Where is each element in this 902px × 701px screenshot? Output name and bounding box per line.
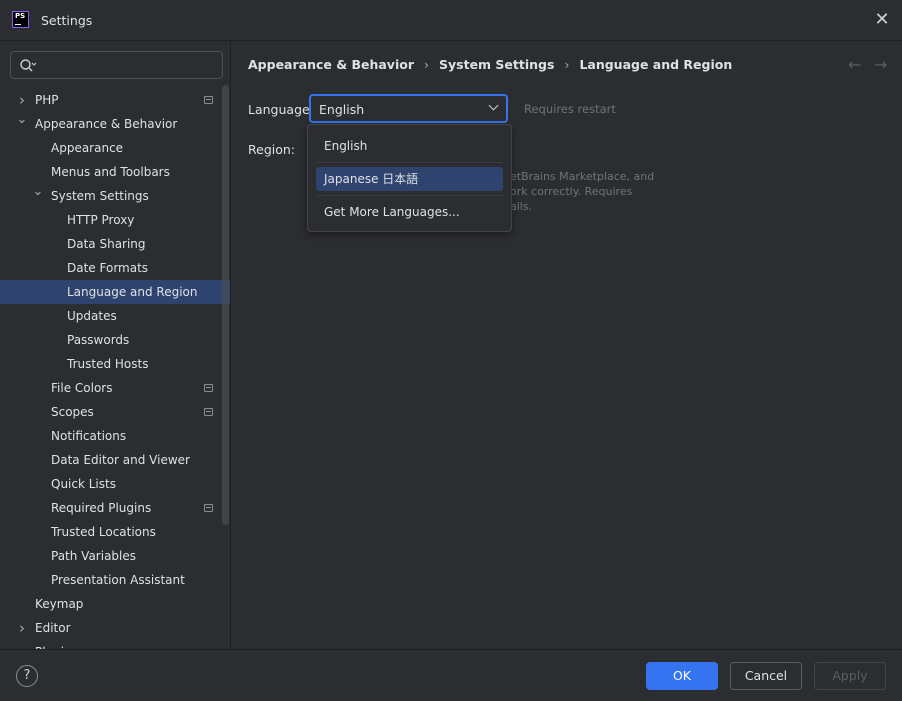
sidebar-item-label: Keymap <box>35 597 84 611</box>
sidebar-item[interactable]: › Editor <box>0 616 230 640</box>
project-scope-icon <box>204 96 213 104</box>
breadcrumb-item: Language and Region <box>579 57 733 72</box>
sidebar-item-label: File Colors <box>51 381 113 395</box>
dialog-button-bar: ? OK Cancel Apply <box>0 649 902 701</box>
region-label: Region: <box>248 142 296 157</box>
sidebar-item[interactable]: Keymap <box>0 592 230 616</box>
sidebar-item[interactable]: Passwords <box>0 328 230 352</box>
sidebar-item[interactable]: Data Editor and Viewer <box>0 448 230 472</box>
sidebar-item-label: System Settings <box>51 189 149 203</box>
sidebar-item-label: Path Variables <box>51 549 137 563</box>
breadcrumb-item[interactable]: System Settings <box>439 57 554 72</box>
forward-arrow-icon[interactable]: → <box>874 55 887 74</box>
sidebar-item[interactable]: Appearance <box>0 136 230 160</box>
title-bar: PS Settings ✕ <box>0 0 902 41</box>
window-title: Settings <box>41 13 93 28</box>
sidebar-item-label: Trusted Hosts <box>67 357 149 371</box>
sidebar-item[interactable]: ⌄ System Settings <box>0 184 230 208</box>
search-icon <box>20 59 37 72</box>
chevron-right-icon: › <box>564 57 570 72</box>
language-combobox[interactable]: English <box>309 94 508 123</box>
sidebar-item[interactable]: Scopes <box>0 400 230 424</box>
sidebar-item-label: Data Editor and Viewer <box>51 453 190 467</box>
sidebar-item[interactable]: Quick Lists <box>0 472 230 496</box>
chevron-down-icon[interactable]: ⌄ <box>15 108 29 132</box>
sidebar-item-label: Language and Region <box>67 285 198 299</box>
app-icon-text: PS <box>15 12 26 20</box>
sidebar-item[interactable]: Date Formats <box>0 256 230 280</box>
sidebar-item-label: Presentation Assistant <box>51 573 185 587</box>
sidebar-item[interactable]: HTTP Proxy <box>0 208 230 232</box>
sidebar-item-label: Updates <box>67 309 117 323</box>
dropdown-option-get-more-languages[interactable]: Get More Languages... <box>316 200 503 224</box>
sidebar-item-label: Appearance <box>51 141 124 155</box>
project-scope-icon <box>204 384 213 392</box>
help-icon[interactable]: ? <box>16 665 38 687</box>
sidebar-item[interactable]: ⌄ Appearance & Behavior <box>0 112 230 136</box>
project-scope-icon <box>204 408 213 416</box>
requires-restart-note: Requires restart <box>524 102 616 116</box>
sidebar-item[interactable]: File Colors <box>0 376 230 400</box>
cancel-button[interactable]: Cancel <box>730 662 802 690</box>
dropdown-separator <box>316 162 503 163</box>
close-icon[interactable]: ✕ <box>872 10 892 30</box>
sidebar-item-label: Quick Lists <box>51 477 116 491</box>
project-scope-icon <box>204 504 213 512</box>
language-hint-text: etBrains Marketplace, and ork correctly.… <box>510 170 655 213</box>
breadcrumb-item[interactable]: Appearance & Behavior <box>248 57 414 72</box>
chevron-down-icon <box>488 100 499 111</box>
sidebar-item[interactable]: Trusted Locations <box>0 520 230 544</box>
language-label: Language: <box>248 102 314 117</box>
chevron-down-icon[interactable]: ⌄ <box>31 180 45 204</box>
ok-button[interactable]: OK <box>646 662 718 690</box>
sidebar-item[interactable]: Plugins <box>0 640 230 649</box>
back-arrow-icon[interactable]: ← <box>848 55 861 74</box>
sidebar-item-label: Data Sharing <box>67 237 146 251</box>
sidebar-item-label: HTTP Proxy <box>67 213 135 227</box>
sidebar-item-label: Date Formats <box>67 261 149 275</box>
sidebar-item-label: Passwords <box>67 333 130 347</box>
sidebar-item[interactable]: Trusted Hosts <box>0 352 230 376</box>
sidebar-item[interactable]: Updates <box>0 304 230 328</box>
settings-tree: › PHP ⌄ Appearance & Behavior Appearance Menu… <box>0 88 230 649</box>
dropdown-separator <box>316 195 503 196</box>
dropdown-option-japanese[interactable]: Japanese 日本語 <box>316 167 503 191</box>
sidebar-item-label: Notifications <box>51 429 127 443</box>
breadcrumb: Appearance & Behavior › System Settings › La… <box>248 57 732 72</box>
sidebar-item-label: Trusted Locations <box>51 525 156 539</box>
search-input[interactable] <box>10 51 223 79</box>
phpstorm-app-icon: PS <box>12 11 29 28</box>
sidebar-item-label: Required Plugins <box>51 501 152 515</box>
sidebar-scrollbar[interactable] <box>222 85 229 525</box>
sidebar-item[interactable]: Notifications <box>0 424 230 448</box>
chevron-right-icon[interactable]: › <box>15 616 29 640</box>
sidebar-item-label: Scopes <box>51 405 94 419</box>
dropdown-option-english[interactable]: English <box>316 134 503 158</box>
sidebar-item-label: Menus and Toolbars <box>51 165 170 179</box>
chevron-right-icon: › <box>424 57 429 72</box>
sidebar-item-label: Appearance & Behavior <box>35 117 178 131</box>
sidebar-item[interactable]: Required Plugins <box>0 496 230 520</box>
sidebar-item[interactable]: Path Variables <box>0 544 230 568</box>
language-dropdown-popup: English Japanese 日本語 Get More Languages.… <box>307 124 512 232</box>
language-value: English <box>319 102 365 117</box>
sidebar-item-label: Editor <box>35 621 71 635</box>
sidebar-item[interactable]: Data Sharing <box>0 232 230 256</box>
sidebar-item[interactable]: › PHP <box>0 88 230 112</box>
sidebar-item[interactable]: Presentation Assistant <box>0 568 230 592</box>
sidebar-item-label: PHP <box>35 93 59 107</box>
sidebar-item-label: Plugins <box>35 640 78 649</box>
settings-sidebar: › PHP ⌄ Appearance & Behavior Appearance Menu… <box>0 41 231 649</box>
apply-button[interactable]: Apply <box>814 662 886 690</box>
sidebar-item[interactable]: Language and Region <box>0 280 230 304</box>
